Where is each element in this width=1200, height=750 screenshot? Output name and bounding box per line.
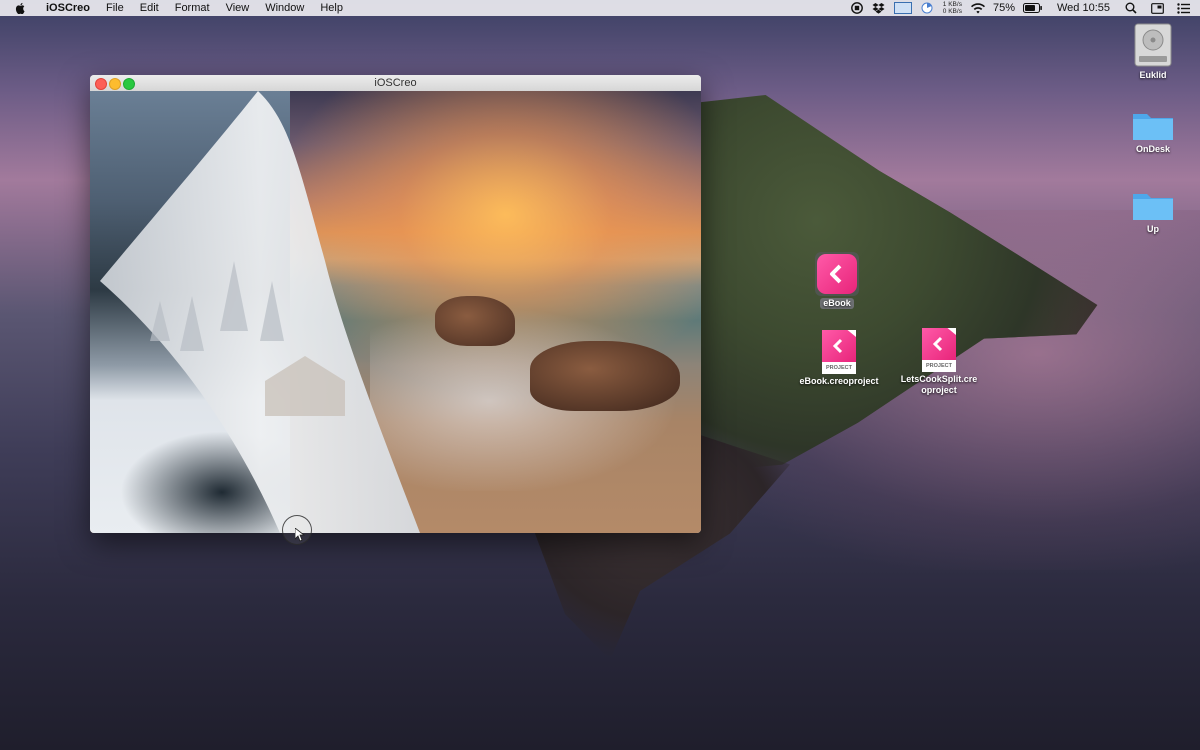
project-badge: PROJECT (822, 362, 856, 374)
menu-view[interactable]: View (218, 0, 258, 16)
battery-icon[interactable] (1022, 2, 1043, 14)
folder-icon (1133, 194, 1173, 220)
menu-file[interactable]: File (98, 0, 132, 16)
screen-mirror-icon[interactable] (1150, 2, 1164, 14)
hard-drive-icon (1134, 23, 1172, 67)
network-speed: 1 KB/s 0 KB/s (943, 1, 962, 15)
menu-help[interactable]: Help (312, 0, 351, 16)
desktop-label: eBook.creoproject (799, 376, 879, 386)
menu-clock[interactable]: Wed 10:55 (1057, 2, 1110, 14)
folder-icon (1133, 114, 1173, 140)
menu-bar: iOSCreo File Edit Format View Window Hel… (0, 0, 1200, 16)
creo-project-file-icon: PROJECT (822, 330, 856, 374)
battery-percent: 75% (992, 2, 1015, 14)
window-title: iOSCreo (374, 77, 417, 89)
menu-app-name[interactable]: iOSCreo (38, 0, 98, 16)
dropbox-icon[interactable] (872, 2, 886, 14)
notification-center-icon[interactable] (1176, 2, 1190, 14)
desktop-label: Up (1147, 224, 1159, 234)
pie-timer-icon[interactable] (920, 2, 934, 14)
apple-menu-icon[interactable] (14, 2, 26, 14)
desktop-label: eBook (820, 298, 854, 309)
net-down-value: 0 KB/s (942, 8, 962, 15)
creo-project-file-icon: PROJECT (922, 328, 956, 372)
app-window[interactable]: iOSCreo (90, 75, 701, 533)
mouse-cursor (282, 515, 312, 545)
page-curl[interactable] (90, 91, 701, 533)
desktop-doc-ebook-project[interactable]: PROJECT eBook.creoproject (796, 330, 882, 387)
menu-format[interactable]: Format (167, 0, 218, 16)
desktop-app-ebook[interactable]: eBook (810, 252, 864, 309)
net-up-value: 1 KB/s (942, 1, 962, 8)
desktop-folder-ondesk[interactable]: OnDesk (1128, 108, 1178, 155)
wifi-icon[interactable] (970, 2, 985, 14)
selected-highlight (815, 252, 859, 296)
desktop-label: Euklid (1139, 70, 1167, 80)
spotlight-search-icon[interactable] (1124, 2, 1138, 14)
menu-edit[interactable]: Edit (132, 0, 167, 16)
stop-record-icon[interactable] (850, 2, 864, 14)
desktop-doc-letscook-project[interactable]: PROJECT LetsCookSplit.cre oproject (896, 328, 982, 396)
desktop-drive-euklid[interactable]: Euklid (1128, 22, 1178, 81)
creo-app-icon (817, 254, 857, 294)
display-icon[interactable] (893, 2, 912, 14)
window-titlebar[interactable]: iOSCreo (90, 75, 701, 92)
desktop-label-line: LetsCookSplit.cre (900, 374, 978, 384)
desktop-label: LetsCookSplit.cre oproject (901, 374, 978, 396)
project-badge: PROJECT (922, 360, 956, 372)
desktop-folder-up[interactable]: Up (1128, 188, 1178, 235)
menu-window[interactable]: Window (257, 0, 312, 16)
page-curl-view[interactable] (90, 91, 701, 533)
desktop-label: OnDesk (1135, 144, 1170, 154)
desktop-label-line: oproject (921, 385, 957, 395)
